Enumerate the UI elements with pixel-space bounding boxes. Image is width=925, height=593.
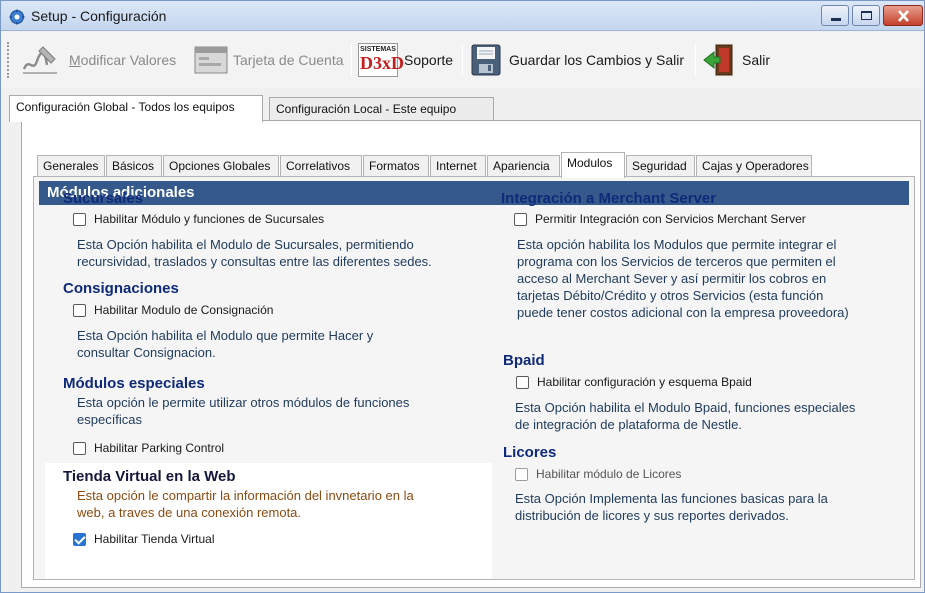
account-card-label: Tarjeta de Cuenta [233, 52, 344, 68]
checkbox-box[interactable] [73, 212, 86, 226]
bpaid-checkbox[interactable]: Habilitar configuración y esquema Bpaid [516, 375, 752, 389]
licores-checkbox[interactable]: Habilitar módulo de Licores [515, 467, 681, 481]
exit-door-icon [702, 43, 736, 77]
licores-description-1: Esta Opción Implementa las funciones bas… [515, 491, 828, 506]
tienda-virtual-description-1: Esta opción le compartir la información … [77, 488, 414, 503]
exit-label: Salir [742, 52, 771, 68]
modulos-especiales-heading: Módulos especiales [63, 375, 205, 392]
bpaid-checkbox-label: Habilitar configuración y esquema Bpaid [537, 375, 752, 389]
consignaciones-description-2: consultar Consignacion. [77, 345, 216, 360]
d3xd-logo-text: D3xD [360, 53, 404, 73]
modulos-especiales-description-1: Esta opción le permite utilizar otros mó… [77, 395, 410, 410]
account-card-button[interactable]: Tarjeta de Cuenta [193, 38, 344, 82]
d3xd-logo-top: SISTEMAS [360, 46, 396, 53]
close-button[interactable] [883, 5, 923, 26]
bpaid-description-2: de integración de plataforma de Nestle. [515, 417, 742, 432]
exit-button[interactable]: Salir [702, 38, 770, 82]
sucursales-heading: Sucursales [63, 190, 144, 207]
tab-seguridad[interactable]: Seguridad [626, 155, 695, 177]
consignaciones-heading: Consignaciones [63, 280, 179, 297]
tienda-virtual-heading: Tienda Virtual en la Web [63, 468, 236, 485]
merchant-description-2: programa con los Servicios de terceros q… [517, 254, 836, 269]
signature-pen-icon [21, 43, 57, 77]
d3xd-logo: SISTEMAS D3xD [358, 43, 404, 77]
checkbox-box[interactable] [515, 467, 528, 481]
tab-internet[interactable]: Internet [430, 155, 486, 177]
support-label: Soporte [404, 52, 454, 68]
licores-description-2: distribución de licores y sus reportes d… [515, 508, 789, 523]
modulos-especiales-description-2: específicas [77, 412, 143, 427]
merchant-description-1: Esta opción habilita los Modulos que per… [517, 237, 837, 252]
title-bar[interactable]: Setup - Configuración [1, 1, 924, 31]
merchant-server-checkbox[interactable]: Permitir Integración con Servicios Merch… [514, 212, 806, 226]
sucursales-checkbox-label: Habilitar Módulo y funciones de Sucursal… [94, 212, 325, 226]
toolbar-grip[interactable] [7, 42, 10, 78]
tab-local-config[interactable]: Configuración Local - Este equipo [269, 97, 494, 121]
section-header: Módulos adicionales [39, 181, 909, 205]
merchant-description-3: acceso al Merchant Sever y así permitir … [517, 271, 827, 286]
merchant-server-checkbox-label: Permitir Integración con Servicios Merch… [535, 212, 806, 226]
parking-control-checkbox[interactable]: Habilitar Parking Control [73, 441, 224, 455]
tab-generales[interactable]: Generales [37, 155, 105, 177]
consignacion-checkbox-label: Habilitar Modulo de Consignación [94, 303, 274, 317]
tab-cajas-operadores[interactable]: Cajas y Operadores [696, 155, 812, 177]
checkbox-box[interactable] [73, 441, 86, 455]
toolbar-separator [351, 44, 352, 76]
parking-control-checkbox-label: Habilitar Parking Control [94, 441, 225, 455]
toolbar: Modificar Valores Tarjeta de Cuenta SIST… [1, 32, 924, 88]
tab-modulos[interactable]: Modulos [561, 152, 625, 178]
tienda-virtual-description-2: web, a traves de una conexión remota. [77, 505, 302, 520]
merchant-description-4: tarjetas Débito/Crédito y otros Servicio… [517, 288, 824, 303]
gear-icon [9, 9, 25, 25]
tab-opciones-globales[interactable]: Opciones Globales [163, 155, 279, 177]
setup-window: Setup - Configuración Modificar Valores [0, 0, 925, 593]
merchant-server-heading: Integración a Merchant Server [501, 190, 717, 207]
card-window-icon [193, 43, 228, 77]
checkbox-checked-box[interactable] [73, 532, 86, 546]
checkbox-box[interactable] [516, 375, 529, 389]
licores-checkbox-label: Habilitar módulo de Licores [536, 467, 682, 481]
tab-basicos[interactable]: Básicos [106, 155, 162, 177]
support-button[interactable]: SISTEMAS D3xD Soporte [358, 38, 453, 82]
maximize-icon [861, 11, 872, 20]
bpaid-description-1: Esta Opción habilita el Modulo Bpaid, fu… [515, 400, 856, 415]
tienda-virtual-checkbox[interactable]: Habilitar Tienda Virtual [73, 532, 215, 546]
toolbar-separator [695, 44, 696, 76]
maximize-button[interactable] [852, 5, 880, 26]
save-and-exit-label: Guardar los Cambios y Salir [509, 52, 685, 68]
tab-correlativos[interactable]: Correlativos [280, 155, 362, 177]
tab-apariencia[interactable]: Apariencia [487, 155, 560, 177]
tab-global-config[interactable]: Configuración Global - Todos los equipos [9, 95, 263, 122]
sucursales-checkbox[interactable]: Habilitar Módulo y funciones de Sucursal… [73, 212, 324, 226]
modify-values-button[interactable]: Modificar Valores [21, 38, 176, 82]
toolbar-separator [462, 44, 463, 76]
window-title: Setup - Configuración [31, 8, 167, 24]
floppy-disk-icon [469, 43, 503, 77]
minimize-icon [831, 18, 841, 21]
checkbox-box[interactable] [73, 303, 86, 317]
merchant-description-5: puede tener costos adicional con la empr… [517, 305, 849, 320]
close-icon [898, 10, 909, 22]
minimize-button[interactable] [821, 5, 849, 26]
sucursales-description-1: Esta Opción habilita el Modulo de Sucurs… [77, 237, 414, 252]
save-and-exit-button[interactable]: Guardar los Cambios y Salir [469, 38, 684, 82]
consignacion-checkbox[interactable]: Habilitar Modulo de Consignación [73, 303, 273, 317]
tienda-virtual-checkbox-label: Habilitar Tienda Virtual [94, 532, 215, 546]
sucursales-description-2: recursividad, traslados y consultas entr… [77, 254, 432, 269]
modify-values-mnemonic: M [69, 52, 81, 68]
tab-formatos[interactable]: Formatos [363, 155, 429, 177]
licores-heading: Licores [503, 444, 557, 461]
checkbox-box[interactable] [514, 212, 527, 226]
consignaciones-description-1: Esta Opción habilita el Modulo que permi… [77, 328, 374, 343]
modify-values-label: odificar Valores [80, 52, 177, 68]
bpaid-heading: Bpaid [503, 352, 545, 369]
